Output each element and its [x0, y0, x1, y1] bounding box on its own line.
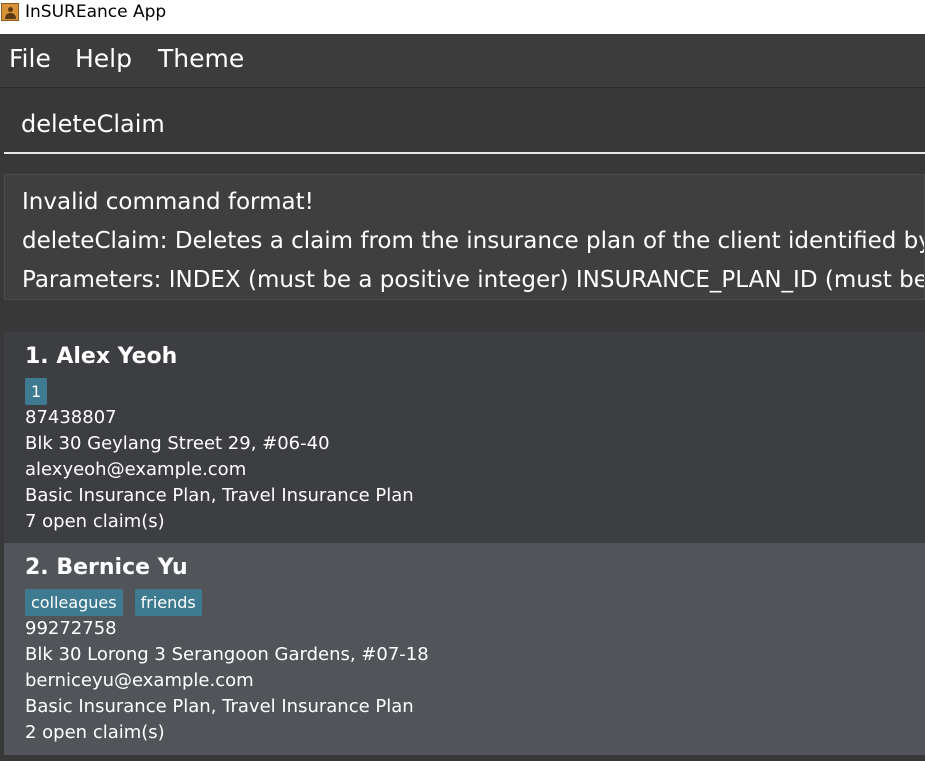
- client-claims: 7 open claim(s): [25, 511, 165, 532]
- client-email: alexyeoh@example.com: [25, 459, 247, 480]
- client-name: 1. Alex Yeoh: [25, 344, 178, 369]
- command-input[interactable]: [21, 110, 901, 138]
- client-claims: 2 open claim(s): [25, 722, 165, 743]
- menu-file[interactable]: File: [9, 44, 51, 73]
- client-card[interactable]: 2. Bernice Yu colleagues friends 9927275…: [4, 543, 925, 755]
- person-icon: [1, 3, 19, 21]
- result-display[interactable]: Invalid command format! deleteClaim: Del…: [4, 174, 925, 300]
- client-tags: colleagues friends: [25, 589, 202, 616]
- client-address: Blk 30 Lorong 3 Serangoon Gardens, #07-1…: [25, 644, 429, 665]
- client-plans: Basic Insurance Plan, Travel Insurance P…: [25, 696, 414, 717]
- menu-bar: File Help Theme: [0, 34, 925, 88]
- menu-help[interactable]: Help: [75, 44, 132, 73]
- tag: 1: [25, 378, 48, 405]
- window-title: InSUREance App: [25, 2, 167, 22]
- tag: colleagues: [25, 589, 123, 616]
- client-phone: 99272758: [25, 618, 117, 639]
- client-phone: 87438807: [25, 407, 117, 428]
- client-email: berniceyu@example.com: [25, 670, 254, 691]
- client-plans: Basic Insurance Plan, Travel Insurance P…: [25, 485, 414, 506]
- client-name: 2. Bernice Yu: [25, 555, 188, 580]
- result-line: Invalid command format!: [22, 189, 314, 215]
- result-line: Parameters: INDEX (must be a positive in…: [22, 267, 925, 293]
- client-address: Blk 30 Geylang Street 29, #06-40: [25, 433, 330, 454]
- command-box: [4, 96, 925, 154]
- client-tags: 1: [25, 378, 48, 405]
- title-bar: InSUREance App: [0, 0, 925, 34]
- tag: friends: [134, 589, 202, 616]
- client-card[interactable]: 1. Alex Yeoh 1 87438807 Blk 30 Geylang S…: [4, 332, 925, 543]
- result-line: deleteClaim: Deletes a claim from the in…: [22, 228, 925, 254]
- menu-theme[interactable]: Theme: [158, 44, 244, 73]
